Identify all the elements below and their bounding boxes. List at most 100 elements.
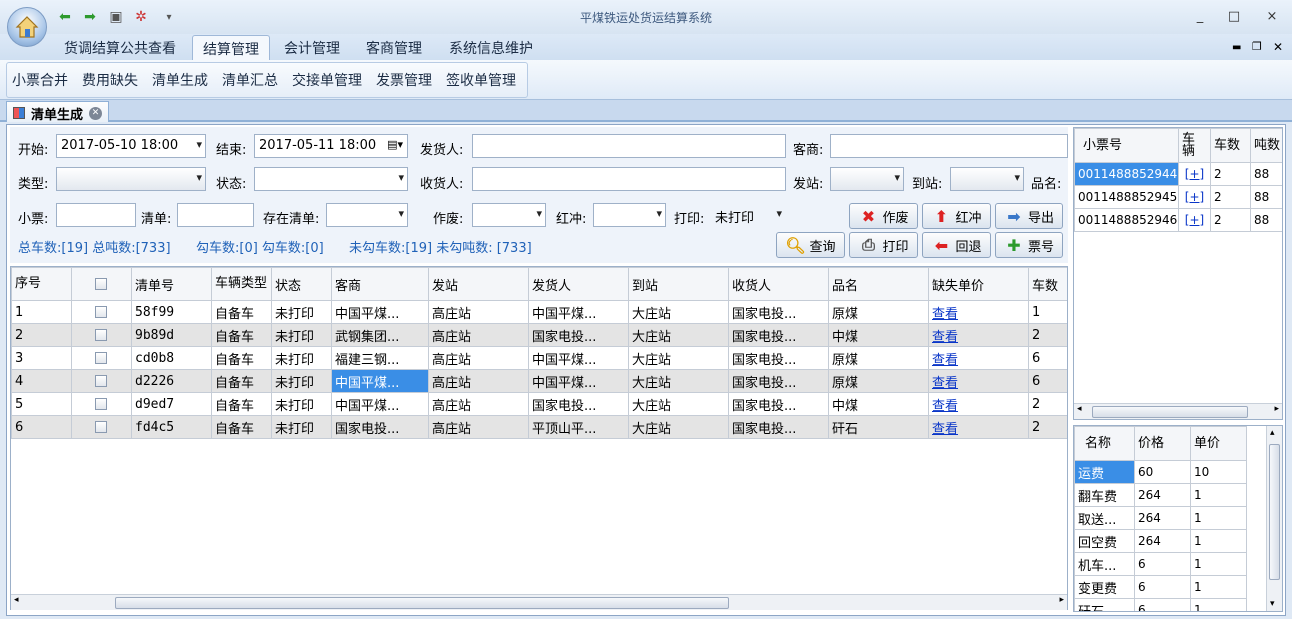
cell-product[interactable]: 原煤 xyxy=(828,346,929,370)
cell-from-station[interactable]: 高庄站 xyxy=(428,392,529,416)
merchant-input[interactable] xyxy=(830,134,1068,158)
col-fee-price[interactable]: 价格 xyxy=(1134,426,1191,461)
cell-fee-unit[interactable]: 1 xyxy=(1190,598,1247,611)
cell-index[interactable]: 5 xyxy=(11,392,72,416)
cell-ticket-no[interactable]: 0011488852946 xyxy=(1074,208,1179,232)
cell-missing-price-text[interactable]: 查看 xyxy=(932,307,958,322)
rollback-button[interactable]: ⬅ 回退 xyxy=(922,232,991,258)
cell-merchant[interactable]: 福建三钢... xyxy=(331,346,429,370)
fee-row[interactable]: 矸石 6 1 xyxy=(1074,598,1247,611)
cell-from-station[interactable]: 高庄站 xyxy=(428,300,529,324)
cell-missing-price[interactable]: 查看 xyxy=(928,346,1029,370)
row-checkbox[interactable] xyxy=(95,306,107,318)
ticket-row[interactable]: 0011488852945 [+] 2 88 xyxy=(1074,185,1282,209)
cell-vehicle-type[interactable]: 自备车 xyxy=(211,346,272,370)
cell-vehicle-type[interactable]: 自备车 xyxy=(211,415,272,439)
col-index[interactable]: 序号 xyxy=(11,267,72,301)
fee-vertical-scrollbar[interactable]: ▴ ▾ xyxy=(1266,426,1282,611)
cell-fee-price[interactable]: 264 xyxy=(1134,506,1191,530)
cell-fee-name[interactable]: 回空费 xyxy=(1074,529,1135,553)
cell-fee-name[interactable]: 取送... xyxy=(1074,506,1135,530)
col-select-all[interactable] xyxy=(71,267,132,301)
scroll-right-icon[interactable]: ▸ xyxy=(1274,404,1279,414)
tab-merchant[interactable]: 客商管理 xyxy=(356,35,432,60)
cell-shipper[interactable]: 中国平煤... xyxy=(528,300,629,324)
scroll-down-icon[interactable]: ▾ xyxy=(1270,599,1275,609)
ticket-horizontal-scrollbar[interactable]: ◂ ▸ xyxy=(1074,403,1282,419)
cell-list-no[interactable]: 9b89d xyxy=(131,323,212,347)
fee-row[interactable]: 回空费 264 1 xyxy=(1074,529,1247,553)
cell-missing-price-text[interactable]: 查看 xyxy=(932,422,958,437)
cell-ticket-no[interactable]: 0011488852945 xyxy=(1074,185,1179,209)
ticket-scroll-thumb[interactable] xyxy=(1092,406,1248,418)
cell-index[interactable]: 4 xyxy=(11,369,72,393)
row-checkbox[interactable] xyxy=(95,375,107,387)
cell-checkbox[interactable] xyxy=(71,300,132,324)
cell-list-no[interactable]: d9ed7 xyxy=(131,392,212,416)
cell-from-station[interactable]: 高庄站 xyxy=(428,415,529,439)
col-vehicle-type[interactable]: 车辆类型 xyxy=(211,267,272,301)
cell-product[interactable]: 矸石 xyxy=(828,415,929,439)
fee-row[interactable]: 取送... 264 1 xyxy=(1074,506,1247,530)
cell-fee-unit[interactable]: 10 xyxy=(1190,460,1247,484)
cell-status[interactable]: 未打印 xyxy=(271,300,332,324)
close-button[interactable]: × xyxy=(1258,9,1286,27)
cell-consignee[interactable]: 国家电投... xyxy=(728,323,829,347)
table-row[interactable]: 6 fd4c5 自备车 未打印 国家电投... 高庄站 平顶山平... 大庄站 国家电投... 矸… xyxy=(11,415,1067,439)
tab-system-info[interactable]: 系统信息维护 xyxy=(439,35,543,60)
cell-to-station[interactable]: 大庄站 xyxy=(628,346,729,370)
cell-checkbox[interactable] xyxy=(71,323,132,347)
red-offset-button[interactable]: ⬆ 红冲 xyxy=(922,203,991,229)
fee-row[interactable]: 翻车费 264 1 xyxy=(1074,483,1247,507)
col-list-no[interactable]: 清单号 xyxy=(131,267,212,301)
cell-car-count[interactable]: 2 xyxy=(1028,323,1067,347)
generate-list-button[interactable]: 清单生成 xyxy=(152,70,208,90)
cell-missing-price[interactable]: 查看 xyxy=(928,300,1029,324)
grid-scroll-thumb[interactable] xyxy=(115,597,729,609)
cell-fee-unit[interactable]: 1 xyxy=(1190,483,1247,507)
cell-list-no[interactable]: d2226 xyxy=(131,369,212,393)
cell-cars[interactable]: 2 xyxy=(1210,208,1251,232)
cell-merchant[interactable]: 中国平煤... xyxy=(331,392,429,416)
col-ticket-no[interactable]: 小票号 xyxy=(1074,128,1179,163)
cell-product[interactable]: 原煤 xyxy=(828,369,929,393)
cell-tons[interactable]: 88 xyxy=(1250,162,1282,186)
tab-settlement-management[interactable]: 结算管理 xyxy=(192,35,270,60)
table-row[interactable]: 5 d9ed7 自备车 未打印 中国平煤... 高庄站 国家电投... 大庄站 国家电投... 中… xyxy=(11,392,1067,416)
row-checkbox[interactable] xyxy=(95,398,107,410)
cell-fee-price[interactable]: 6 xyxy=(1134,575,1191,599)
cell-fee-unit[interactable]: 1 xyxy=(1190,552,1247,576)
cell-tons[interactable]: 88 xyxy=(1250,208,1282,232)
cell-fee-name[interactable]: 翻车费 xyxy=(1074,483,1135,507)
cell-missing-price[interactable]: 查看 xyxy=(928,392,1029,416)
cell-list-no[interactable]: fd4c5 xyxy=(131,415,212,439)
to-station-select[interactable] xyxy=(950,167,1024,191)
col-consignee[interactable]: 收货人 xyxy=(728,267,829,301)
cell-status[interactable]: 未打印 xyxy=(271,392,332,416)
in-list-select[interactable] xyxy=(326,203,408,227)
type-select[interactable] xyxy=(56,167,206,191)
print-select[interactable]: 未打印 xyxy=(710,203,786,227)
cell-vehicle-expand[interactable]: [+] xyxy=(1178,162,1211,186)
ribbon-close-icon[interactable]: ✕ xyxy=(1273,40,1283,54)
list-summary-button[interactable]: 清单汇总 xyxy=(222,70,278,90)
cell-fee-price[interactable]: 60 xyxy=(1134,460,1191,484)
maximize-button[interactable]: □ xyxy=(1220,9,1248,27)
cell-vehicle-type[interactable]: 自备车 xyxy=(211,300,272,324)
merge-tickets-button[interactable]: 小票合并 xyxy=(12,70,68,90)
missing-fees-button[interactable]: 费用缺失 xyxy=(82,70,138,90)
invoice-management-button[interactable]: 发票管理 xyxy=(376,70,432,90)
tab-accounting[interactable]: 会计管理 xyxy=(274,35,350,60)
cell-fee-price[interactable]: 264 xyxy=(1134,529,1191,553)
cell-consignee[interactable]: 国家电投... xyxy=(728,300,829,324)
cell-missing-price-text[interactable]: 查看 xyxy=(932,330,958,345)
cell-consignee[interactable]: 国家电投... xyxy=(728,369,829,393)
status-select[interactable] xyxy=(254,167,408,191)
col-fee-unit[interactable]: 单价 xyxy=(1190,426,1247,461)
ribbon-restore-icon[interactable]: ❐ xyxy=(1252,40,1262,53)
row-checkbox[interactable] xyxy=(95,329,107,341)
cell-to-station[interactable]: 大庄站 xyxy=(628,415,729,439)
select-all-checkbox[interactable] xyxy=(95,278,107,290)
document-tab-generate-list[interactable]: 清单生成 ✕ xyxy=(6,101,110,123)
cell-fee-price[interactable]: 6 xyxy=(1134,598,1191,611)
